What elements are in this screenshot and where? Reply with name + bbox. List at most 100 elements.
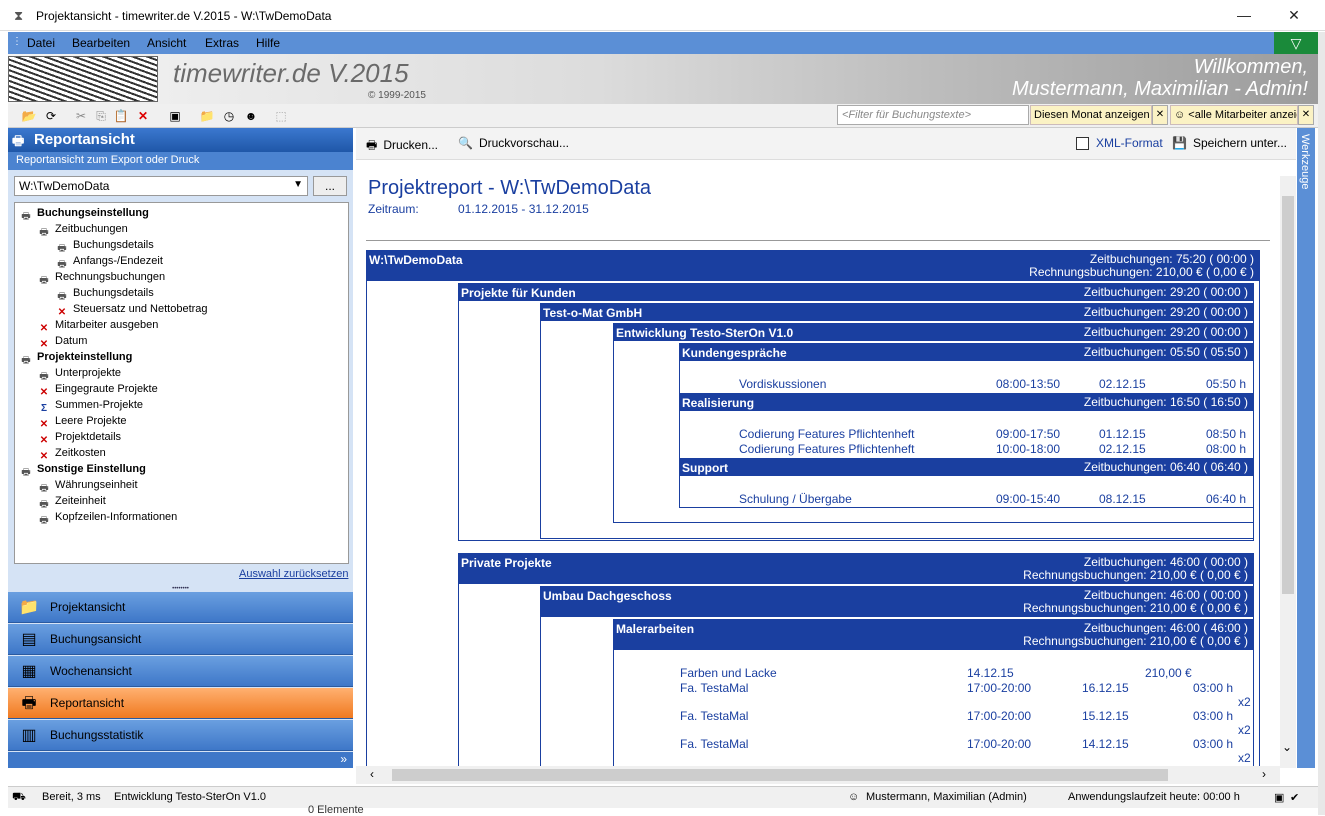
sidebar: 🖶 Reportansicht Reportansicht zum Export … [8, 128, 353, 768]
project-header-maler[interactable]: Malerarbeiten Zeitbuchungen: 46:00 ( 46:… [613, 619, 1254, 650]
print-button[interactable]: 🖶 Drucken... [366, 136, 438, 157]
project-header-root[interactable]: W:\TwDemoData Zeitbuchungen: 75:20 ( 00:… [366, 250, 1260, 281]
project-header-testomat[interactable]: Test-o-Mat GmbH Zeitbuchungen: 29:20 ( 0… [540, 303, 1254, 321]
booking-text: Fa. TestaMal [680, 737, 749, 751]
project-header-umbau[interactable]: Umbau Dachgeschoss Zeitbuchungen: 46:00 … [540, 586, 1254, 617]
statistics-icon: ▥ [21, 727, 37, 744]
tools-side-tab[interactable]: Werkzeuge [1297, 128, 1315, 768]
print-preview-button[interactable]: 🔍 Druckvorschau... [458, 136, 569, 150]
project-summary: Zeitbuchungen: 06:40 ( 06:40 ) [1083, 460, 1248, 474]
tree-item[interactable]: 🖶 Zeitbuchungen [37, 221, 128, 238]
tree-item[interactable]: 🖶 Kopfzeilen-Informationen [37, 509, 177, 526]
tree-item[interactable]: 🖶 Buchungsdetails [55, 237, 154, 254]
tree-item[interactable]: Σ Summen-Projekte [37, 397, 143, 414]
new-folder-icon[interactable]: 📁 [198, 107, 216, 125]
nav-label: Wochenansicht [50, 664, 132, 678]
project-header-privat[interactable]: Private Projekte Zeitbuchungen: 46:00 ( … [458, 553, 1254, 584]
project-header-kunden[interactable]: Projekte für Kunden Zeitbuchungen: 29:20… [458, 283, 1254, 301]
nav-reportansicht[interactable]: 🖶 Reportansicht [8, 688, 353, 719]
welcome-text: Willkommen, Mustermann, Maximilian - Adm… [1012, 56, 1308, 100]
refresh-icon[interactable]: ⟳ [42, 107, 60, 125]
report-vertical-scrollbar[interactable]: ⌄ [1280, 176, 1296, 768]
tree-item[interactable]: 🖶 Währungseinheit [37, 477, 137, 494]
browse-button[interactable]: ... [313, 176, 347, 196]
report-horizontal-scrollbar[interactable]: ‹ › [356, 766, 1280, 784]
menu-datei[interactable]: Datei [27, 36, 55, 50]
open-folder-icon[interactable]: 📂 [20, 107, 38, 125]
folder-icon: 📁 [19, 599, 39, 616]
menu-bearbeiten[interactable]: Bearbeiten [72, 36, 130, 50]
splitter-grip[interactable]: •••••••• [8, 586, 353, 592]
save-as-button[interactable]: 💾 Speichern unter... [1172, 136, 1287, 150]
tree-item[interactable]: 🖶 Sonstige Einstellung [19, 461, 146, 478]
project-header-realisierung[interactable]: Realisierung Zeitbuchungen: 16:50 ( 16:5… [679, 393, 1254, 411]
project-header-entwicklung[interactable]: Entwicklung Testo-SterOn V1.0 Zeitbuchun… [613, 323, 1254, 341]
data-source-select[interactable]: W:\TwDemoData ▼ [14, 176, 308, 196]
tree-item-label: Mitarbeiter ausgeben [55, 319, 159, 331]
users-icon[interactable]: ☻ [242, 107, 260, 125]
delete-icon[interactable]: ✕ [134, 107, 152, 125]
tree-item-label: Buchungsdetails [73, 239, 154, 251]
cut-icon[interactable]: ✂ [72, 107, 90, 125]
tree-item[interactable]: 🖶 Anfangs-/Endezeit [55, 253, 163, 270]
summary-line: Rechnungsbuchungen: 210,00 € ( 0,00 € ) [1023, 601, 1248, 615]
xml-format-label[interactable]: XML-Format [1096, 136, 1163, 150]
month-filter-select[interactable]: Diesen Monat anzeigen [1030, 105, 1152, 125]
tree-item[interactable]: ✕ Datum [37, 333, 88, 350]
more-nav-button[interactable]: » [8, 752, 353, 768]
menu-bar: ⋮ Datei Bearbeiten Ansicht Extras Hilfe [8, 32, 1274, 54]
nav-buchungsansicht[interactable]: ▤ Buchungsansicht [8, 624, 353, 655]
nav-label: Reportansicht [50, 696, 125, 710]
nav-buchungsstatistik[interactable]: ▥ Buchungsstatistik [8, 720, 353, 751]
tree-item[interactable]: ✕ Mitarbeiter ausgeben [37, 317, 159, 334]
project-name: Test-o-Mat GmbH [543, 306, 643, 320]
reset-selection-link[interactable]: Auswahl zurücksetzen [239, 568, 348, 580]
tree-item-label: Projektdetails [55, 431, 122, 443]
tree-item[interactable]: 🖶 Zeiteinheit [37, 493, 106, 510]
tree-item[interactable]: 🖶 Rechnungsbuchungen [37, 269, 165, 286]
clock-icon[interactable]: ◷ [220, 107, 238, 125]
booking-icon: ▤ [21, 631, 37, 648]
chevron-down-icon[interactable]: ⌄ [1282, 740, 1292, 754]
menu-ansicht[interactable]: Ansicht [147, 36, 186, 50]
marquee-icon[interactable]: ⬚ [272, 107, 290, 125]
clear-month-icon[interactable]: ✕ [1152, 105, 1168, 125]
project-header-kundengespraeche[interactable]: Kundengespräche Zeitbuchungen: 05:50 ( 0… [679, 343, 1254, 361]
copy-icon[interactable]: ⎘ [92, 107, 110, 125]
status-runtime: Anwendungslaufzeit heute: 00:00 h [1068, 791, 1240, 803]
tree-item[interactable]: ✕ Eingegraute Projekte [37, 381, 158, 398]
nav-wochenansicht[interactable]: ▦ Wochenansicht [8, 656, 353, 687]
printer-icon: 🖶 [21, 695, 37, 712]
tree-item[interactable]: ✕ Leere Projekte [37, 413, 127, 430]
employee-filter-select[interactable]: ☺ <alle Mitarbeiter anzeigen> [1170, 105, 1298, 125]
tree-item[interactable]: ✕ Zeitkosten [37, 445, 106, 462]
scroll-thumb[interactable] [392, 769, 1168, 781]
project-name: Support [682, 461, 728, 475]
menu-hilfe[interactable]: Hilfe [256, 36, 280, 50]
filter-icon[interactable]: ▽ [1274, 32, 1318, 54]
xml-format-checkbox[interactable] [1076, 137, 1089, 150]
tree-item-label: Sonstige Einstellung [37, 463, 146, 475]
clear-employee-icon[interactable]: ✕ [1298, 105, 1314, 125]
scroll-thumb[interactable] [1282, 196, 1294, 594]
close-button[interactable]: ✕ [1272, 4, 1316, 26]
tree-item[interactable]: 🖶 Buchungseinstellung [19, 205, 149, 222]
chevron-left-icon[interactable]: ‹ [370, 767, 374, 781]
tree-item[interactable]: 🖶 Projekteinstellung [19, 349, 132, 366]
tree-item[interactable]: 🖶 Buchungsdetails [55, 285, 153, 302]
menu-extras[interactable]: Extras [205, 36, 239, 50]
tree-item[interactable]: ✕ Steuersatz und Nettobetrag [55, 301, 208, 318]
nav-projektansicht[interactable]: 📁 Projektansicht [8, 592, 353, 623]
properties-icon[interactable]: ▣ [166, 107, 184, 125]
tree-item-label: Datum [55, 335, 88, 347]
status-project: Entwicklung Testo-SterOn V1.0 [114, 791, 267, 803]
tree-item[interactable]: ✕ Projektdetails [37, 429, 122, 446]
minimize-button[interactable]: — [1222, 4, 1266, 26]
paste-icon[interactable]: 📋 [112, 107, 130, 125]
chevron-right-icon[interactable]: › [1262, 767, 1266, 781]
print-label: Drucken... [383, 138, 439, 152]
project-header-support[interactable]: Support Zeitbuchungen: 06:40 ( 06:40 ) [679, 458, 1254, 476]
project-summary: Zeitbuchungen: 16:50 ( 16:50 ) [1083, 395, 1248, 409]
tree-item[interactable]: 🖶 Unterprojekte [37, 365, 121, 382]
booking-text-filter-input[interactable]: <Filter für Buchungstexte> [837, 105, 1029, 125]
